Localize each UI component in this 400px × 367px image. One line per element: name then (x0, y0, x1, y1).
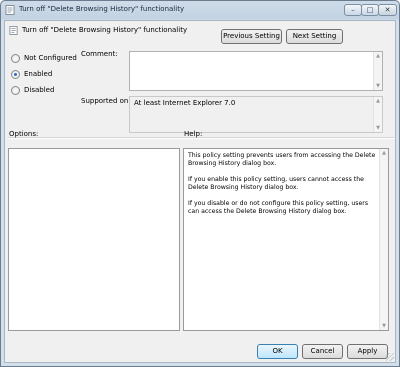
scroll-down-icon[interactable]: ▼ (374, 124, 382, 132)
help-pane: This policy setting prevents users from … (183, 148, 389, 331)
help-paragraph: This policy setting prevents users from … (188, 152, 376, 167)
setting-name: Turn off "Delete Browsing History" funct… (22, 26, 188, 34)
supported-scrollbar[interactable]: ▲ ▼ (373, 97, 382, 132)
resize-grip-icon[interactable] (386, 353, 394, 361)
window-title: Turn off "Delete Browsing History" funct… (19, 5, 185, 13)
policy-document-icon (5, 5, 15, 15)
supported-on-label: Supported on: (81, 97, 131, 105)
options-pane (8, 148, 180, 331)
options-label: Options: (9, 130, 39, 138)
radio-button[interactable] (11, 86, 20, 95)
radio-label: Disabled (24, 86, 55, 94)
comment-textarea[interactable]: ▲ ▼ (129, 51, 383, 91)
previous-setting-button[interactable]: Previous Setting (221, 29, 282, 44)
radio-label: Not Configured (24, 54, 77, 62)
radio-button[interactable] (11, 70, 20, 79)
title-bar[interactable]: Turn off "Delete Browsing History" funct… (1, 1, 399, 20)
radio-label: Enabled (24, 70, 53, 78)
comment-scrollbar[interactable]: ▲ ▼ (373, 52, 382, 90)
policy-document-icon (9, 26, 18, 35)
maximize-button[interactable]: □ (361, 4, 379, 16)
scroll-up-icon[interactable]: ▲ (380, 149, 388, 157)
apply-button[interactable]: Apply (347, 344, 388, 359)
radio-button[interactable] (11, 54, 20, 63)
minimize-button[interactable]: – (344, 4, 362, 16)
help-scrollbar[interactable]: ▲ ▼ (379, 149, 388, 330)
cancel-button[interactable]: Cancel (302, 344, 343, 359)
policy-dialog-window: Turn off "Delete Browsing History" funct… (0, 0, 400, 367)
supported-on-field: At least Internet Explorer 7.0 ▲ ▼ (129, 96, 383, 133)
ok-button[interactable]: OK (257, 344, 298, 359)
minimize-icon: – (351, 6, 355, 14)
dialog-client-area: Turn off "Delete Browsing History" funct… (4, 20, 396, 363)
supported-on-value: At least Internet Explorer 7.0 (134, 99, 236, 107)
comment-label: Comment: (81, 50, 118, 58)
scroll-up-icon[interactable]: ▲ (374, 52, 382, 60)
scroll-down-icon[interactable]: ▼ (374, 82, 382, 90)
maximize-icon: □ (366, 6, 374, 14)
help-text: This policy setting prevents users from … (188, 152, 376, 224)
scroll-down-icon[interactable]: ▼ (380, 322, 388, 330)
help-label: Help: (184, 130, 203, 138)
next-setting-button[interactable]: Next Setting (286, 29, 343, 44)
close-icon: ✕ (384, 6, 391, 14)
help-paragraph: If you disable or do not configure this … (188, 200, 369, 215)
close-button[interactable]: ✕ (378, 4, 397, 16)
scroll-up-icon[interactable]: ▲ (374, 97, 382, 105)
help-paragraph: If you enable this policy setting, users… (188, 176, 364, 191)
